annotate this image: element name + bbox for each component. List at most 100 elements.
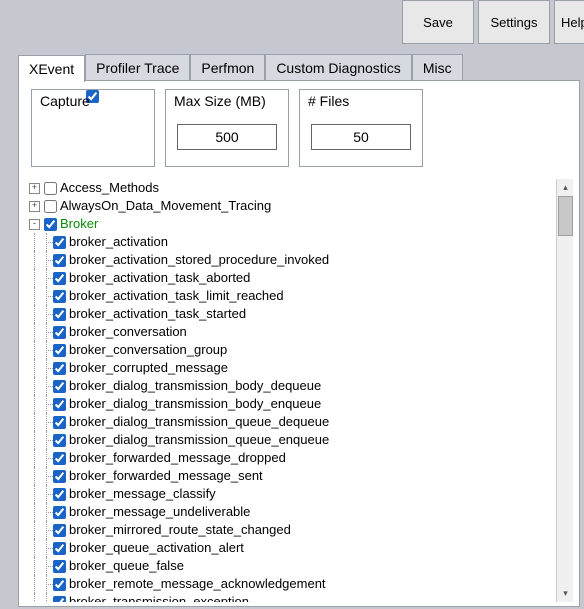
checkbox-broker_message_classify[interactable]	[53, 488, 66, 501]
expand-icon[interactable]: +	[29, 201, 40, 212]
node-broker_dialog_transmission_queue_dequeue[interactable]: broker_dialog_transmission_queue_dequeue	[68, 413, 329, 431]
tree-line	[41, 287, 53, 305]
node-access-methods[interactable]: Access_Methods	[59, 179, 159, 197]
checkbox-broker[interactable]	[44, 218, 57, 231]
tree-row: broker_transmission_exception	[29, 593, 555, 602]
checkbox-broker_dialog_transmission_queue_enqueue[interactable]	[53, 434, 66, 447]
tab-xevent[interactable]: XEvent	[18, 55, 85, 82]
help-button[interactable]: Help	[554, 0, 584, 44]
checkbox-broker_transmission_exception[interactable]	[53, 596, 66, 603]
tree-line	[29, 251, 41, 269]
settings-button[interactable]: Settings	[478, 0, 550, 44]
node-broker_activation_task_limit_reached[interactable]: broker_activation_task_limit_reached	[68, 287, 284, 305]
capture-label: Capture	[40, 93, 90, 109]
tree-row: broker_dialog_transmission_queue_dequeue	[29, 413, 555, 431]
max-size-input[interactable]	[177, 124, 277, 150]
scroll-up-button[interactable]: ▴	[557, 179, 573, 196]
tree-line	[41, 305, 53, 323]
tree-line	[41, 593, 53, 602]
tree-row: broker_activation_task_aborted	[29, 269, 555, 287]
node-broker_queue_activation_alert[interactable]: broker_queue_activation_alert	[68, 539, 244, 557]
checkbox-access-methods[interactable]	[44, 182, 57, 195]
tree-line	[41, 431, 53, 449]
node-broker_conversation_group[interactable]: broker_conversation_group	[68, 341, 227, 359]
checkbox-alwayson[interactable]	[44, 200, 57, 213]
checkbox-broker_conversation_group[interactable]	[53, 344, 66, 357]
expand-icon[interactable]: +	[29, 183, 40, 194]
node-broker_activation_stored_procedure_invoked[interactable]: broker_activation_stored_procedure_invok…	[68, 251, 329, 269]
checkbox-broker_activation_stored_procedure_invoked[interactable]	[53, 254, 66, 267]
tree-line	[29, 305, 41, 323]
checkbox-broker_mirrored_route_state_changed[interactable]	[53, 524, 66, 537]
tree-line	[29, 287, 41, 305]
tree-line	[29, 377, 41, 395]
checkbox-broker_forwarded_message_sent[interactable]	[53, 470, 66, 483]
checkbox-broker_message_undeliverable[interactable]	[53, 506, 66, 519]
node-broker_conversation[interactable]: broker_conversation	[68, 323, 187, 341]
checkbox-broker_conversation[interactable]	[53, 326, 66, 339]
checkbox-broker_corrupted_message[interactable]	[53, 362, 66, 375]
tree-line	[41, 575, 53, 593]
xevent-panel: Capture Max Size (MB) # Files + Access_Me…	[18, 80, 580, 607]
tree-scrollbar[interactable]: ▴ ▾	[556, 179, 573, 602]
scroll-down-button[interactable]: ▾	[557, 585, 573, 602]
tree-line	[41, 539, 53, 557]
node-broker_dialog_transmission_body_dequeue[interactable]: broker_dialog_transmission_body_dequeue	[68, 377, 321, 395]
tab-profiler-trace[interactable]: Profiler Trace	[85, 54, 190, 81]
tree-line	[29, 323, 41, 341]
node-broker_remote_message_acknowledgement[interactable]: broker_remote_message_acknowledgement	[68, 575, 326, 593]
settings-row: Capture Max Size (MB) # Files	[19, 81, 579, 177]
collapse-icon[interactable]: -	[29, 219, 40, 230]
checkbox-broker_activation_task_aborted[interactable]	[53, 272, 66, 285]
tree-line	[41, 449, 53, 467]
tree-line	[29, 557, 41, 575]
scroll-thumb[interactable]	[558, 196, 573, 236]
tree-row: broker_message_undeliverable	[29, 503, 555, 521]
node-broker_queue_false[interactable]: broker_queue_false	[68, 557, 184, 575]
checkbox-broker_dialog_transmission_body_enqueue[interactable]	[53, 398, 66, 411]
node-broker_corrupted_message[interactable]: broker_corrupted_message	[68, 359, 228, 377]
tree-row: broker_conversation_group	[29, 341, 555, 359]
checkbox-broker_activation_task_limit_reached[interactable]	[53, 290, 66, 303]
checkbox-broker_dialog_transmission_body_dequeue[interactable]	[53, 380, 66, 393]
node-broker_message_undeliverable[interactable]: broker_message_undeliverable	[68, 503, 250, 521]
node-broker_mirrored_route_state_changed[interactable]: broker_mirrored_route_state_changed	[68, 521, 291, 539]
checkbox-broker_remote_message_acknowledgement[interactable]	[53, 578, 66, 591]
tree-row: broker_corrupted_message	[29, 359, 555, 377]
tree-line	[29, 485, 41, 503]
checkbox-broker_activation[interactable]	[53, 236, 66, 249]
tree-row: broker_queue_false	[29, 557, 555, 575]
node-alwayson[interactable]: AlwaysOn_Data_Movement_Tracing	[59, 197, 271, 215]
tab-perfmon[interactable]: Perfmon	[190, 54, 265, 81]
tree-row: broker_dialog_transmission_queue_enqueue	[29, 431, 555, 449]
checkbox-broker_activation_task_started[interactable]	[53, 308, 66, 321]
node-broker_forwarded_message_dropped[interactable]: broker_forwarded_message_dropped	[68, 449, 286, 467]
node-broker_activation[interactable]: broker_activation	[68, 233, 168, 251]
node-broker_transmission_exception[interactable]: broker_transmission_exception	[68, 593, 249, 602]
node-broker_forwarded_message_sent[interactable]: broker_forwarded_message_sent	[68, 467, 263, 485]
checkbox-broker_queue_false[interactable]	[53, 560, 66, 573]
tab-custom-diagnostics[interactable]: Custom Diagnostics	[265, 54, 412, 81]
tree-line	[41, 467, 53, 485]
node-broker[interactable]: Broker	[59, 215, 98, 233]
checkbox-broker_forwarded_message_dropped[interactable]	[53, 452, 66, 465]
tree-line	[41, 341, 53, 359]
node-broker_activation_task_aborted[interactable]: broker_activation_task_aborted	[68, 269, 250, 287]
tree-line	[41, 413, 53, 431]
tree-line	[29, 467, 41, 485]
event-tree[interactable]: + Access_Methods + AlwaysOn_Data_Movement_T…	[29, 179, 555, 602]
node-broker_activation_task_started[interactable]: broker_activation_task_started	[68, 305, 246, 323]
save-button[interactable]: Save	[402, 0, 474, 44]
tree-row: broker_conversation	[29, 323, 555, 341]
files-input[interactable]	[311, 124, 411, 150]
tree-line	[29, 593, 41, 602]
node-broker_message_classify[interactable]: broker_message_classify	[68, 485, 216, 503]
checkbox-broker_queue_activation_alert[interactable]	[53, 542, 66, 555]
files-label: # Files	[308, 93, 349, 109]
tree-line	[41, 323, 53, 341]
event-tree-container: + Access_Methods + AlwaysOn_Data_Movement_T…	[29, 179, 573, 602]
tab-misc[interactable]: Misc	[412, 54, 463, 81]
node-broker_dialog_transmission_body_enqueue[interactable]: broker_dialog_transmission_body_enqueue	[68, 395, 321, 413]
checkbox-broker_dialog_transmission_queue_dequeue[interactable]	[53, 416, 66, 429]
node-broker_dialog_transmission_queue_enqueue[interactable]: broker_dialog_transmission_queue_enqueue	[68, 431, 329, 449]
